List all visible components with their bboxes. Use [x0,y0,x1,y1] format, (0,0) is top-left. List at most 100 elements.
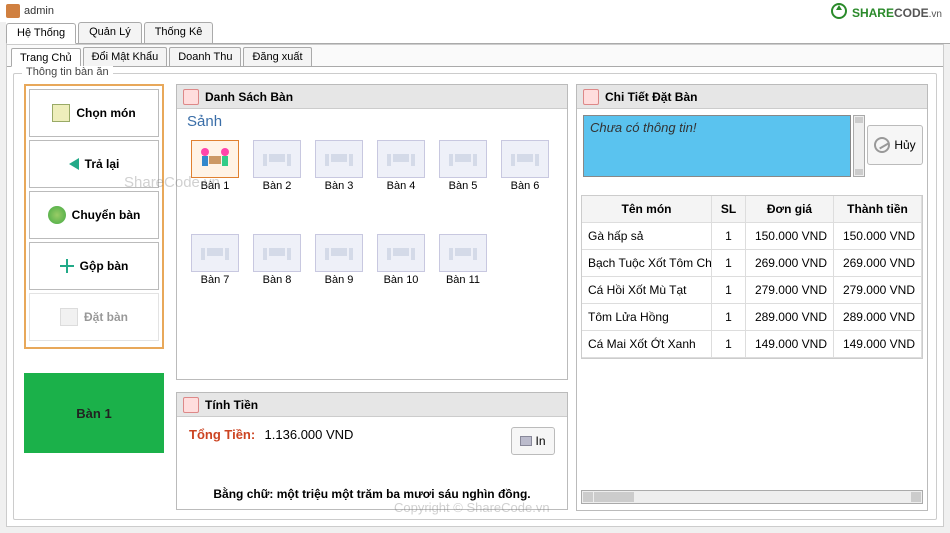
table-name: Bàn 11 [435,274,491,286]
print-button[interactable]: In [511,427,555,455]
order-table: Tên món SL Đơn giá Thành tiền Gà hấp sả1… [581,195,923,359]
merge-icon [60,259,74,273]
table-name: Bàn 10 [373,274,429,286]
printer-icon [520,436,532,446]
menu-icon [52,104,70,122]
tables-panel-header: Danh Sách Bàn [177,85,567,109]
cancel-button[interactable]: Hủy [867,125,923,165]
money-panel: Tính Tiền Tổng Tiền: 1.136.000 VND In Bằ… [176,392,568,510]
table-occupied-icon [191,140,239,178]
sidebar-btn-menu[interactable]: Chọn món [29,89,159,137]
order-table-header: Tên món SL Đơn giá Thành tiền [582,196,922,223]
table-row[interactable]: Gà hấp sả1150.000 VND150.000 VND [582,223,922,250]
titlebar: admin SHARECODE.vn [0,0,950,22]
brand-logo: SHARECODE.vn [830,2,942,20]
reservation-message[interactable]: Chưa có thông tin! [583,115,851,177]
tables-grid: Bàn 1 Bàn 2 Bàn 3 Bàn 4 Bàn 5 Bàn 6 Bàn 7 Bàn 8… [177,134,567,292]
table-cell[interactable]: Bàn 4 [373,140,429,192]
table-name: Bàn 9 [311,274,367,286]
table-cell[interactable]: Bàn 1 [187,140,243,192]
table-cell[interactable]: Bàn 6 [497,140,553,192]
table-empty-icon [191,234,239,272]
table-cell[interactable]: Bàn 7 [187,234,243,286]
back-icon [69,158,79,170]
table-empty-icon [439,234,487,272]
table-name: Bàn 2 [249,180,305,192]
groupbox-label: Thông tin bàn ăn [22,66,113,78]
tables-panel: Danh Sách Bàn Sảnh Bàn 1Bàn 2Bàn 3Bàn 4B… [176,84,568,380]
sidebar-btn-label: Gộp bàn [80,259,129,273]
table-empty-icon [315,140,363,178]
workarea: Trang ChủĐổi Mật KhẩuDoanh ThuĐăng xuất … [6,44,944,527]
total-value: 1.136.000 VND [265,427,354,442]
detail-icon [583,89,599,105]
current-table-badge: Bàn 1 [24,373,164,453]
cancel-icon [874,137,890,153]
table-name: Bàn 7 [187,274,243,286]
top-tab-2[interactable]: Thống Kê [144,22,214,43]
table-cell[interactable]: Bàn 3 [311,140,367,192]
table-name: Bàn 8 [249,274,305,286]
tables-panel-title: Danh Sách Bàn [205,90,293,104]
detail-panel-header: Chi Tiết Đặt Bàn [577,85,927,109]
table-cell[interactable]: Bàn 10 [373,234,429,286]
sidebar-btn-label: Chọn món [76,106,135,120]
center-column: Danh Sách Bàn Sảnh Bàn 1Bàn 2Bàn 3Bàn 4B… [176,84,568,511]
right-column: Chi Tiết Đặt Bàn Chưa có thông tin! Hủy … [576,84,928,511]
table-row[interactable]: Tôm Lửa Hồng1289.000 VND289.000 VND [582,304,922,331]
sidebar-btn-back[interactable]: Trả lại [29,140,159,188]
cash-icon [183,397,199,413]
sub-tab-2[interactable]: Doanh Thu [169,47,241,66]
table-empty-icon [253,140,301,178]
sidebar-btn-move[interactable]: Chuyển bàn [29,191,159,239]
table-cell[interactable]: Bàn 8 [249,234,305,286]
groupbox-main: Thông tin bàn ăn Chọn mónTrả lạiChuyển b… [13,73,937,520]
table-name: Bàn 3 [311,180,367,192]
move-icon [48,206,66,224]
table-name: Bàn 5 [435,180,491,192]
book-icon [60,308,78,326]
sub-tab-3[interactable]: Đăng xuất [243,47,311,66]
table-empty-icon [253,234,301,272]
sub-tabstrip: Trang ChủĐổi Mật KhẩuDoanh ThuĐăng xuất [7,45,943,67]
detail-hscrollbar[interactable] [581,490,923,504]
table-name: Bàn 1 [187,180,243,192]
table-row[interactable]: Cá Mai Xốt Ớt Xanh1149.000 VND149.000 VN… [582,331,922,358]
amount-in-words: Bằng chữ: một triệu một trăm ba mươi sáu… [177,487,567,501]
table-cell[interactable]: Bàn 11 [435,234,491,286]
top-tab-1[interactable]: Quản Lý [78,22,142,43]
app-icon [6,4,20,18]
sidebar-btn-label: Chuyển bàn [72,208,141,222]
total-label: Tổng Tiền: [189,427,255,442]
detail-panel: Chi Tiết Đặt Bàn Chưa có thông tin! Hủy … [576,84,928,511]
table-row[interactable]: Bạch Tuộc Xốt Tôm Chua1269.000 VND269.00… [582,250,922,277]
list-icon [183,89,199,105]
sub-tab-0[interactable]: Trang Chủ [11,48,81,67]
table-cell[interactable]: Bàn 2 [249,140,305,192]
message-scrollbar[interactable] [853,115,865,177]
table-empty-icon [377,140,425,178]
sidebar-btn-label: Đặt bàn [84,310,128,324]
table-empty-icon [377,234,425,272]
table-empty-icon [439,140,487,178]
detail-panel-title: Chi Tiết Đặt Bàn [605,90,697,104]
sidebar-btn-book: Đặt bàn [29,293,159,341]
money-panel-title: Tính Tiền [205,398,258,412]
top-tab-0[interactable]: Hệ Thống [6,23,76,44]
table-name: Bàn 6 [497,180,553,192]
hall-label: Sảnh [177,109,567,134]
table-empty-icon [501,140,549,178]
table-name: Bàn 4 [373,180,429,192]
money-panel-header: Tính Tiền [177,393,567,417]
sidebar-btn-merge[interactable]: Gộp bàn [29,242,159,290]
table-cell[interactable]: Bàn 9 [311,234,367,286]
sidebar: Chọn mónTrả lạiChuyển bànGộp bànĐặt bàn … [24,84,164,453]
sub-tab-1[interactable]: Đổi Mật Khẩu [83,47,168,66]
sidebar-btn-label: Trả lại [85,157,120,171]
window-title: admin [24,5,54,17]
table-row[interactable]: Cá Hồi Xốt Mù Tạt1279.000 VND279.000 VND [582,277,922,304]
top-tabstrip: Hệ ThốngQuản LýThống Kê [6,22,950,44]
table-empty-icon [315,234,363,272]
sidebar-box: Chọn món Trả lại Chuyển bàn Gộp bàn Đặt bàn [24,84,164,349]
table-cell[interactable]: Bàn 5 [435,140,491,192]
